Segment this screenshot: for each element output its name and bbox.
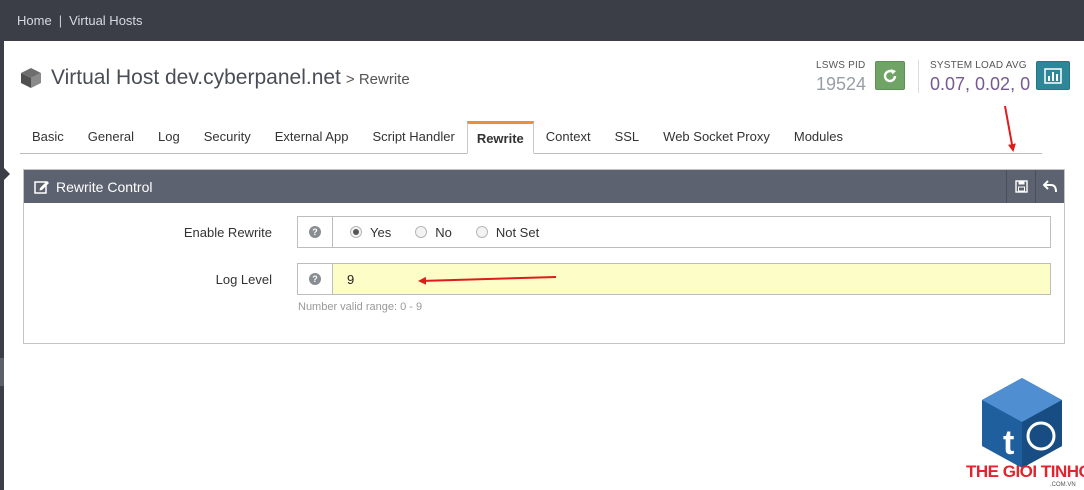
enable-rewrite-help-button[interactable]: ? [298,217,333,247]
pid-value: 19524 [816,74,867,94]
radio-no-label: No [435,224,452,240]
sidebar-notch [0,358,4,386]
help-icon: ? [309,273,321,285]
tab-context[interactable]: Context [534,121,603,153]
panel-header: Rewrite Control [24,170,1064,203]
breadcrumb-home-link[interactable]: Home [17,13,52,28]
tab-modules[interactable]: Modules [782,121,855,153]
enable-rewrite-field: ? Yes No Not Set [297,216,1051,248]
restart-server-button[interactable] [875,61,905,90]
tab-basic[interactable]: Basic [20,121,76,153]
tab-rewrite[interactable]: Rewrite [466,121,534,154]
tab-external-app[interactable]: External App [263,121,361,153]
load-value: 0.07, 0.02, 0 [930,74,1031,94]
back-button[interactable] [1035,170,1064,203]
save-button[interactable] [1006,170,1035,203]
sidebar-pointer [4,168,10,180]
refresh-icon [883,68,897,82]
status-divider [918,60,919,93]
tab-script-handler[interactable]: Script Handler [360,121,466,153]
tab-general[interactable]: General [76,121,146,153]
radio-yes[interactable]: Yes [350,225,391,240]
floppy-disk-icon [1014,180,1028,193]
radio-not-set-dot[interactable] [475,226,488,238]
undo-arrow-icon [1042,180,1057,193]
edit-icon [34,181,49,194]
tab-security[interactable]: Security [192,121,263,153]
load-label: SYSTEM LOAD AVG [930,60,1027,71]
breadcrumb-separator: | [58,13,63,28]
system-load-box: SYSTEM LOAD AVG 0.07, 0.02, 0 [930,60,1030,95]
enable-rewrite-radio-group: Yes No Not Set [333,225,563,240]
lsws-pid-box: LSWS PID 19524 [816,60,866,95]
page-subtitle: > Rewrite [345,71,410,88]
bar-chart-icon [1044,67,1062,84]
tab-log[interactable]: Log [146,121,192,153]
top-breadcrumb-bar: Home | Virtual Hosts [0,0,1084,41]
enable-rewrite-label: Enable Rewrite [183,225,272,240]
tab-web-socket-proxy[interactable]: Web Socket Proxy [651,121,782,153]
brand-logo-text: THE GIOI TINHOC [966,462,1084,481]
panel-actions [1006,170,1064,203]
radio-not-set-label: Not Set [495,224,540,240]
log-level-field: ? [297,263,1051,295]
page-title: Virtual Host dev.cyberpanel.net > Rewrit… [20,66,410,90]
tab-bar: Basic General Log Security External App … [20,121,1042,154]
breadcrumb-virtual-hosts-link[interactable]: Virtual Hosts [69,13,142,28]
svg-text:t: t [1003,424,1014,462]
radio-not-set[interactable]: Not Set [475,224,540,240]
brand-logo-domain: .COM.VN [1050,482,1076,488]
left-sidebar-strip [0,41,4,490]
tab-ssl[interactable]: SSL [603,121,652,153]
rewrite-control-panel: Rewrite Control Enable Rewrite ? Yes No [23,169,1065,344]
log-level-label: Log Level [215,272,272,287]
help-icon: ? [309,226,321,238]
pid-label: LSWS PID [816,60,866,71]
load-chart-button[interactable] [1036,61,1070,90]
log-level-hint: Number valid range: 0 - 9 [298,301,423,313]
radio-yes-dot[interactable] [350,226,362,238]
cube-icon [21,68,41,88]
log-level-input[interactable] [333,265,1033,293]
radio-yes-label: Yes [370,224,392,240]
log-level-help-button[interactable]: ? [298,264,333,294]
page-title-text: Virtual Host dev.cyberpanel.net [51,66,341,89]
radio-no-dot[interactable] [415,226,428,238]
panel-title: Rewrite Control [56,178,153,195]
radio-no[interactable]: No [415,225,452,240]
